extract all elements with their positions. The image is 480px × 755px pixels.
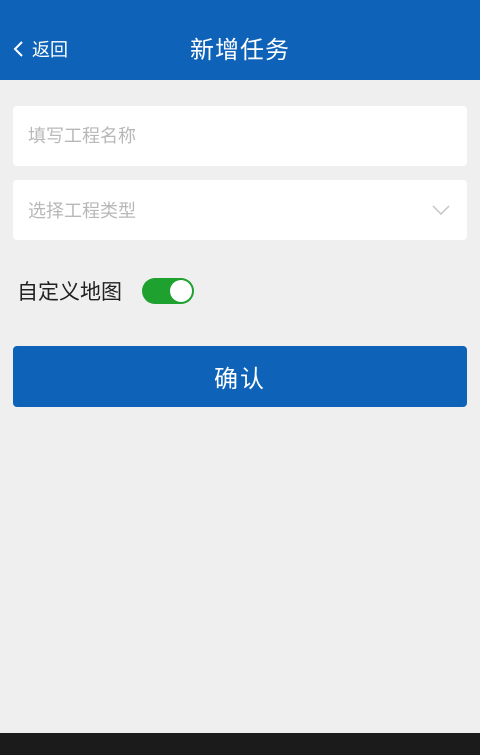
custom-map-toggle[interactable] (142, 278, 194, 304)
custom-map-label: 自定义地图 (17, 280, 122, 304)
project-type-placeholder: 选择工程类型 (28, 201, 136, 222)
custom-map-row: 自定义地图 (17, 274, 194, 308)
toggle-knob (170, 280, 192, 302)
project-name-input[interactable] (28, 125, 467, 147)
top-nav-bar: 返回 新增任务 (0, 0, 480, 80)
page-title: 新增任务 (190, 36, 290, 64)
project-name-field[interactable] (13, 106, 467, 166)
chevron-down-icon (432, 205, 450, 216)
system-navigation-bar (0, 733, 480, 755)
confirm-button[interactable]: 确认 (13, 346, 467, 407)
project-type-select[interactable]: 选择工程类型 (13, 180, 467, 240)
